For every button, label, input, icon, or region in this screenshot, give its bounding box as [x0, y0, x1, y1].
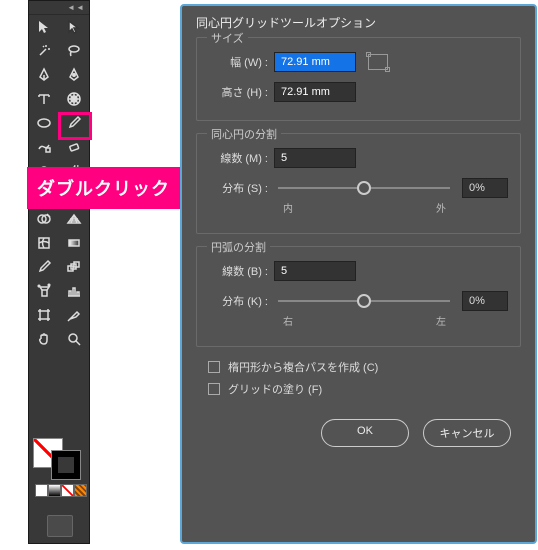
skew-left-label: 内: [283, 200, 293, 215]
symbol-sprayer-tool[interactable]: [29, 279, 59, 303]
reference-point-icon[interactable]: [368, 54, 388, 70]
width-label: 幅 (W) :: [209, 54, 274, 70]
fill-stroke-swatches: [33, 438, 87, 497]
radial-group: 円弧の分割 線数 (B) : 5 分布 (K) : 0% 右 左: [196, 246, 521, 347]
hand-tool[interactable]: [29, 327, 59, 351]
zoom-tool[interactable]: [59, 327, 89, 351]
width-input[interactable]: 72.91 mm: [274, 52, 356, 72]
callout-annotation: ダブルクリック: [27, 167, 180, 209]
skew-left-label: 右: [283, 313, 293, 328]
concentric-group-title: 同心円の分割: [207, 126, 281, 142]
lasso-tool[interactable]: [59, 39, 89, 63]
fill-grid-checkbox-row[interactable]: グリッドの塗り (F): [208, 381, 521, 397]
checkbox-icon[interactable]: [208, 361, 220, 373]
blend-tool[interactable]: [59, 255, 89, 279]
slider-thumb[interactable]: [357, 294, 371, 308]
selection-tool[interactable]: [29, 15, 59, 39]
pen-tool[interactable]: [29, 63, 59, 87]
artboard-tool[interactable]: [29, 303, 59, 327]
eraser-tool[interactable]: [59, 135, 89, 159]
radial-skew-value[interactable]: 0%: [462, 291, 508, 311]
ok-button[interactable]: OK: [321, 419, 409, 447]
curvature-tool[interactable]: [59, 63, 89, 87]
color-mode[interactable]: [35, 484, 48, 497]
none-mode[interactable]: [61, 484, 74, 497]
stroke-swatch[interactable]: [51, 450, 81, 480]
radial-skew-label: 分布 (K) :: [209, 293, 274, 309]
radial-count-input[interactable]: 5: [274, 261, 356, 281]
polar-grid-options-dialog: 同心円グリッドツールオプション サイズ 幅 (W) : 72.91 mm 高さ …: [180, 4, 537, 544]
column-graph-tool[interactable]: [59, 279, 89, 303]
screen-mode-button[interactable]: [47, 515, 73, 537]
tools-panel: ◄◄: [28, 0, 90, 544]
radial-skew-slider[interactable]: [278, 300, 450, 302]
height-input[interactable]: 72.91 mm: [274, 82, 356, 102]
type-tool[interactable]: [29, 87, 59, 111]
concentric-skew-slider[interactable]: [278, 187, 450, 189]
skew-right-label: 左: [436, 313, 446, 328]
paintbrush-tool[interactable]: [59, 111, 89, 135]
concentric-count-input[interactable]: 5: [274, 148, 356, 168]
skew-right-label: 外: [436, 200, 446, 215]
slice-tool[interactable]: [59, 303, 89, 327]
draw-mode[interactable]: [74, 484, 87, 497]
size-group-title: サイズ: [207, 30, 248, 46]
checkbox-icon[interactable]: [208, 383, 220, 395]
eyedropper-tool[interactable]: [29, 255, 59, 279]
radial-count-label: 線数 (B) :: [209, 263, 274, 279]
gradient-tool[interactable]: [59, 231, 89, 255]
direct-selection-tool[interactable]: [59, 15, 89, 39]
shape-builder-tool[interactable]: [29, 207, 59, 231]
ellipse-tool[interactable]: [29, 111, 59, 135]
slider-thumb[interactable]: [357, 181, 371, 195]
perspective-grid-tool[interactable]: [59, 207, 89, 231]
concentric-count-label: 線数 (M) :: [209, 150, 274, 166]
compound-path-label: 楕円形から複合パスを作成 (C): [228, 359, 378, 375]
shaper-tool[interactable]: [29, 135, 59, 159]
collapse-icon: ◄◄: [67, 3, 85, 12]
gradient-mode[interactable]: [48, 484, 61, 497]
concentric-skew-label: 分布 (S) :: [209, 180, 274, 196]
compound-path-checkbox-row[interactable]: 楕円形から複合パスを作成 (C): [208, 359, 521, 375]
mesh-tool[interactable]: [29, 231, 59, 255]
radial-group-title: 円弧の分割: [207, 239, 270, 255]
concentric-group: 同心円の分割 線数 (M) : 5 分布 (S) : 0% 内 外: [196, 133, 521, 234]
cancel-button[interactable]: キャンセル: [423, 419, 511, 447]
height-label: 高さ (H) :: [209, 84, 274, 100]
panel-collapse[interactable]: ◄◄: [29, 1, 89, 15]
fill-grid-label: グリッドの塗り (F): [228, 381, 322, 397]
concentric-skew-value[interactable]: 0%: [462, 178, 508, 198]
size-group: サイズ 幅 (W) : 72.91 mm 高さ (H) : 72.91 mm: [196, 37, 521, 121]
magic-wand-tool[interactable]: [29, 39, 59, 63]
polar-grid-tool[interactable]: [59, 87, 89, 111]
